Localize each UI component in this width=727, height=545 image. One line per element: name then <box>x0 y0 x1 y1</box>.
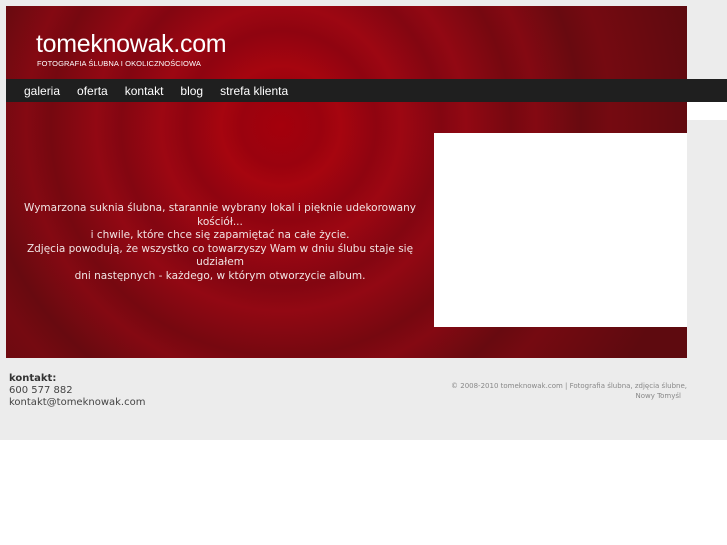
intro-line: Wymarzona suknia ślubna, starannie wybra… <box>24 202 416 228</box>
nav-item-oferta[interactable]: oferta <box>77 84 108 98</box>
intro-line: dni następnych - każdego, w którym otwor… <box>74 269 366 282</box>
copyright-line: © 2008-2010 tomeknowak.com | Fotografia … <box>451 382 687 390</box>
intro-line: Zdjęcia powodują, że wszystko co towarzy… <box>26 242 414 269</box>
contact-label: kontakt: <box>9 373 57 384</box>
nav-edge-strip <box>687 102 727 120</box>
site-logo-subtitle: FOTOGRAFIA ŚLUBNA I OKOLICZNOŚCIOWA <box>37 59 201 68</box>
main-navigation: galeria oferta kontakt blog strefa klien… <box>6 79 727 102</box>
image-placeholder-panel <box>434 133 687 327</box>
copyright-location: Nowy Tomyśl <box>635 392 681 400</box>
nav-item-blog[interactable]: blog <box>180 84 203 98</box>
contact-email-link[interactable]: kontakt@tomeknowak.com <box>9 397 145 408</box>
nav-item-galeria[interactable]: galeria <box>24 84 60 98</box>
footer-copyright: © 2008-2010 tomeknowak.com | Fotografia … <box>427 381 687 401</box>
site-logo-title[interactable]: tomeknowak.com <box>36 30 227 59</box>
contact-phone: 600 577 882 <box>9 385 73 396</box>
footer-contact: kontakt: 600 577 882 kontakt@tomeknowak.… <box>9 373 145 409</box>
nav-item-strefa-klienta[interactable]: strefa klienta <box>220 84 288 98</box>
intro-line: i chwile, które chce się zapamiętać na c… <box>90 229 350 241</box>
nav-item-kontakt[interactable]: kontakt <box>125 84 164 98</box>
intro-text: Wymarzona suknia ślubna, starannie wybra… <box>6 202 434 283</box>
